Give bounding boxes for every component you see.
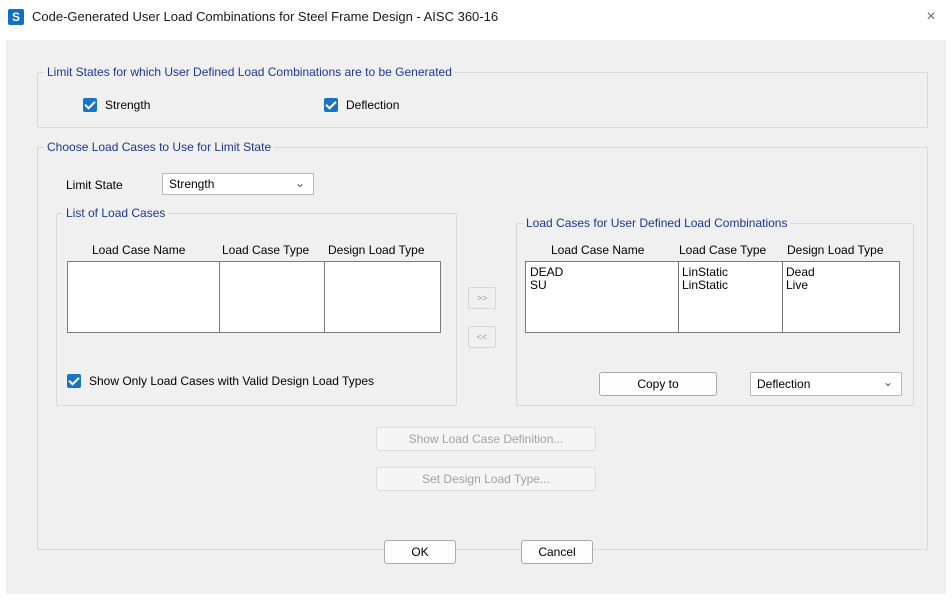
selected-col-type: Load Case Type [679,243,767,257]
window-title: Code-Generated User Load Combinations fo… [32,9,499,24]
show-only-valid-checkbox[interactable]: Show Only Load Cases with Valid Design L… [67,374,374,388]
list-item[interactable]: Live [786,279,808,291]
dialog-client: Limit States for which User Defined Load… [6,40,946,594]
deflection-checkbox[interactable]: Deflection [324,98,399,112]
list-col-name: Load Case Name [92,243,186,257]
column-divider [782,262,783,332]
chevron-down-icon: ⌄ [882,375,893,389]
column-divider [324,262,325,332]
strength-label: Strength [105,98,151,112]
ok-button[interactable]: OK [384,540,456,564]
column-divider [678,262,679,332]
limit-state-label: Limit State [66,178,123,192]
chevron-down-icon: ⌄ [294,176,305,190]
selected-load-cases-list[interactable]: DEAD LinStatic Dead SU LinStatic Live [525,261,900,333]
checkmark-icon[interactable] [83,98,97,112]
list-item[interactable]: SU [530,279,547,291]
limit-states-legend: Limit States for which User Defined Load… [47,65,452,79]
selected-col-name: Load Case Name [551,243,645,257]
show-only-valid-label: Show Only Load Cases with Valid Design L… [89,374,375,388]
copy-target-select[interactable]: Deflection ⌄ [750,372,902,396]
column-divider [219,262,220,332]
checkmark-icon[interactable] [67,374,81,388]
move-right-button[interactable]: >> [468,287,496,309]
set-design-load-type-button[interactable]: Set Design Load Type... [376,467,596,491]
list-item[interactable]: LinStatic [682,279,728,291]
selected-col-design: Design Load Type [787,243,884,257]
available-load-cases-list[interactable] [67,261,441,333]
app-s-icon: S [8,9,24,25]
strength-checkbox[interactable]: Strength [83,98,150,112]
show-load-case-definition-button[interactable]: Show Load Case Definition... [376,427,596,451]
list-item[interactable]: LinStatic [682,266,728,278]
limit-state-value: Strength [169,177,215,191]
limit-states-group: Limit States for which User Defined Load… [37,65,928,128]
checkmark-icon[interactable] [324,98,338,112]
limit-state-select[interactable]: Strength ⌄ [162,173,314,195]
selected-load-cases-legend: Load Cases for User Defined Load Combina… [526,216,788,230]
title-bar: S Code-Generated User Load Combinations … [0,0,952,40]
list-col-type: Load Case Type [222,243,310,257]
load-cases-legend: Choose Load Cases to Use for Limit State [47,140,272,154]
cancel-button[interactable]: Cancel [521,540,593,564]
list-item[interactable]: Dead [786,266,815,278]
list-of-load-cases-legend: List of Load Cases [66,206,166,220]
deflection-label: Deflection [346,98,400,112]
copy-to-button[interactable]: Copy to [599,372,717,396]
list-item[interactable]: DEAD [530,266,563,278]
list-col-design: Design Load Type [328,243,425,257]
move-left-button[interactable]: << [468,326,496,348]
close-icon[interactable]: × [920,6,942,28]
copy-target-value: Deflection [757,377,811,391]
